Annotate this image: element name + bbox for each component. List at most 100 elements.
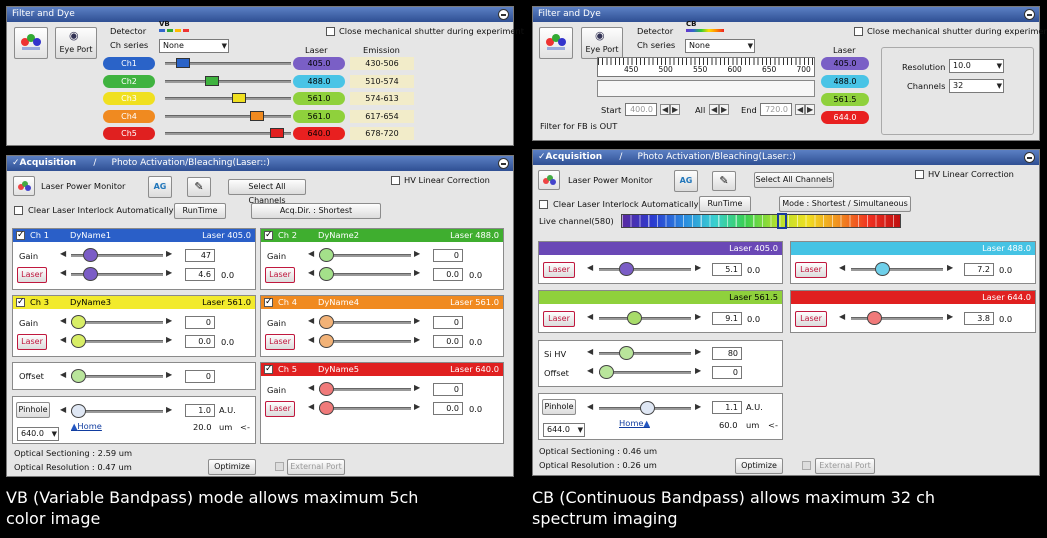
- channels-select[interactable]: 32: [949, 79, 1004, 93]
- laser-button[interactable]: Laser: [265, 267, 295, 283]
- channel-band-track[interactable]: [165, 79, 291, 83]
- channel-band-track[interactable]: [165, 114, 291, 118]
- laser-left-arrow[interactable]: ◀: [308, 268, 314, 277]
- gain-value[interactable]: 0: [433, 316, 463, 329]
- sihv-value[interactable]: 80: [712, 347, 742, 360]
- gain-value[interactable]: 47: [185, 249, 215, 262]
- laser-knob[interactable]: [83, 267, 98, 281]
- spectrum-ruler[interactable]: 450 500 550 600 650 700: [597, 57, 815, 77]
- channel-pill[interactable]: Ch4: [103, 109, 155, 123]
- channel-enable-checkbox[interactable]: [264, 296, 273, 309]
- optimize-button[interactable]: Optimize: [735, 458, 783, 474]
- laser-knob[interactable]: [619, 262, 634, 276]
- laser-button[interactable]: Laser: [795, 311, 827, 327]
- laser-value[interactable]: 0.0: [433, 402, 463, 415]
- mode-button[interactable]: Mode : Shortest / Simultaneous: [779, 196, 911, 212]
- offset-knob[interactable]: [71, 369, 86, 383]
- gain-left-arrow[interactable]: ◀: [308, 249, 314, 258]
- shutter-checkbox[interactable]: [854, 27, 863, 36]
- laser-button[interactable]: Laser: [795, 262, 827, 278]
- spectrum-range-bar[interactable]: [597, 80, 815, 97]
- laser-left-arrow[interactable]: ◀: [839, 263, 845, 272]
- laser-left-arrow[interactable]: ◀: [60, 268, 66, 277]
- all-dec-button[interactable]: ◀: [709, 104, 720, 115]
- left-filter-minimize-button[interactable]: [498, 9, 509, 20]
- laser-knob[interactable]: [627, 311, 642, 325]
- shutter-checkbox[interactable]: [326, 27, 335, 36]
- clear-interlock-checkbox[interactable]: [539, 200, 548, 209]
- hv-linear-checkbox[interactable]: [391, 176, 400, 185]
- laser-right-arrow[interactable]: ▶: [414, 402, 420, 411]
- laser-track[interactable]: [599, 317, 691, 320]
- start-dec-button[interactable]: ◀: [660, 104, 671, 115]
- laser-track[interactable]: [599, 268, 691, 271]
- laser-line-pill[interactable]: 644.0: [821, 111, 869, 124]
- laser-right-arrow[interactable]: ▶: [695, 263, 701, 272]
- hv-linear-checkbox[interactable]: [915, 170, 924, 179]
- laser-value[interactable]: 9.1: [712, 312, 742, 325]
- right-acq-minimize-button[interactable]: [1024, 152, 1035, 163]
- pinhole-knob[interactable]: [71, 404, 86, 418]
- wrench-button[interactable]: ✎: [712, 171, 736, 191]
- channel-enable-checkbox[interactable]: [16, 296, 25, 309]
- laser-knob[interactable]: [319, 401, 334, 415]
- laser-line-pill[interactable]: 405.0: [821, 57, 869, 70]
- laser-right-arrow[interactable]: ▶: [166, 268, 172, 277]
- pinhole-value[interactable]: 1.0: [185, 404, 215, 417]
- channel-enable-checkbox[interactable]: [16, 229, 25, 242]
- laser-left-arrow[interactable]: ◀: [308, 335, 314, 344]
- laser-value[interactable]: 4.6: [185, 268, 215, 281]
- laser-right-arrow[interactable]: ▶: [947, 312, 953, 321]
- start-value[interactable]: 400.0: [625, 103, 657, 116]
- laser-right-arrow[interactable]: ▶: [947, 263, 953, 272]
- channel-band-handle[interactable]: [205, 75, 220, 86]
- select-all-channels-button[interactable]: Select All Channels: [754, 172, 834, 188]
- sihv-knob[interactable]: [619, 346, 634, 360]
- channel-laser[interactable]: 405.0: [293, 57, 345, 70]
- laser-button[interactable]: Laser: [17, 334, 47, 350]
- gain-knob[interactable]: [319, 382, 334, 396]
- offset-right-arrow[interactable]: ▶: [695, 366, 701, 375]
- laser-knob[interactable]: [867, 311, 882, 325]
- channel-laser[interactable]: 561.0: [293, 92, 345, 105]
- sihv-track[interactable]: [599, 352, 691, 355]
- right-filter-minimize-button[interactable]: [1024, 9, 1035, 20]
- runtime-button[interactable]: RunTime: [174, 203, 226, 219]
- external-port-button[interactable]: External Port: [287, 459, 345, 475]
- end-inc-button[interactable]: ▶: [805, 104, 816, 115]
- gain-right-arrow[interactable]: ▶: [414, 316, 420, 325]
- start-inc-button[interactable]: ▶: [670, 104, 681, 115]
- home-link[interactable]: Home▲: [619, 418, 650, 428]
- channel-pill[interactable]: Ch2: [103, 74, 155, 88]
- laser-left-arrow[interactable]: ◀: [308, 402, 314, 411]
- channel-laser[interactable]: 561.0: [293, 109, 345, 123]
- right-dye-icon-button[interactable]: [539, 27, 573, 59]
- runtime-button[interactable]: RunTime: [699, 196, 751, 212]
- channel-band-handle[interactable]: [232, 93, 247, 103]
- gain-value[interactable]: 0: [185, 316, 215, 329]
- lpm-icon-button[interactable]: [13, 176, 35, 196]
- laser-button[interactable]: Laser: [265, 334, 295, 350]
- external-port-checkbox[interactable]: [802, 461, 811, 470]
- laser-right-arrow[interactable]: ▶: [695, 312, 701, 321]
- ag-button[interactable]: AG: [674, 170, 698, 192]
- channel-pill[interactable]: Ch3: [103, 92, 155, 105]
- lpm-icon-button[interactable]: [538, 170, 560, 190]
- laser-right-arrow[interactable]: ▶: [414, 335, 420, 344]
- external-port-button[interactable]: External Port: [815, 458, 875, 474]
- clear-interlock-checkbox[interactable]: [14, 206, 23, 215]
- external-port-checkbox[interactable]: [275, 462, 284, 471]
- gain-left-arrow[interactable]: ◀: [60, 249, 66, 258]
- optimize-button[interactable]: Optimize: [208, 459, 256, 475]
- channel-band-handle[interactable]: [270, 128, 285, 138]
- pinhole-left-arrow[interactable]: ◀: [587, 402, 593, 411]
- laser-line-pill[interactable]: 561.5: [821, 93, 869, 106]
- laser-value[interactable]: 0.0: [433, 268, 463, 281]
- offset-knob[interactable]: [599, 365, 614, 379]
- laser-left-arrow[interactable]: ◀: [587, 263, 593, 272]
- laser-value[interactable]: 0.0: [185, 335, 215, 348]
- left-acq-minimize-button[interactable]: [498, 158, 509, 169]
- pinhole-knob[interactable]: [640, 401, 655, 415]
- acq-title[interactable]: Acquisition: [20, 158, 77, 168]
- laser-value[interactable]: 5.1: [712, 263, 742, 276]
